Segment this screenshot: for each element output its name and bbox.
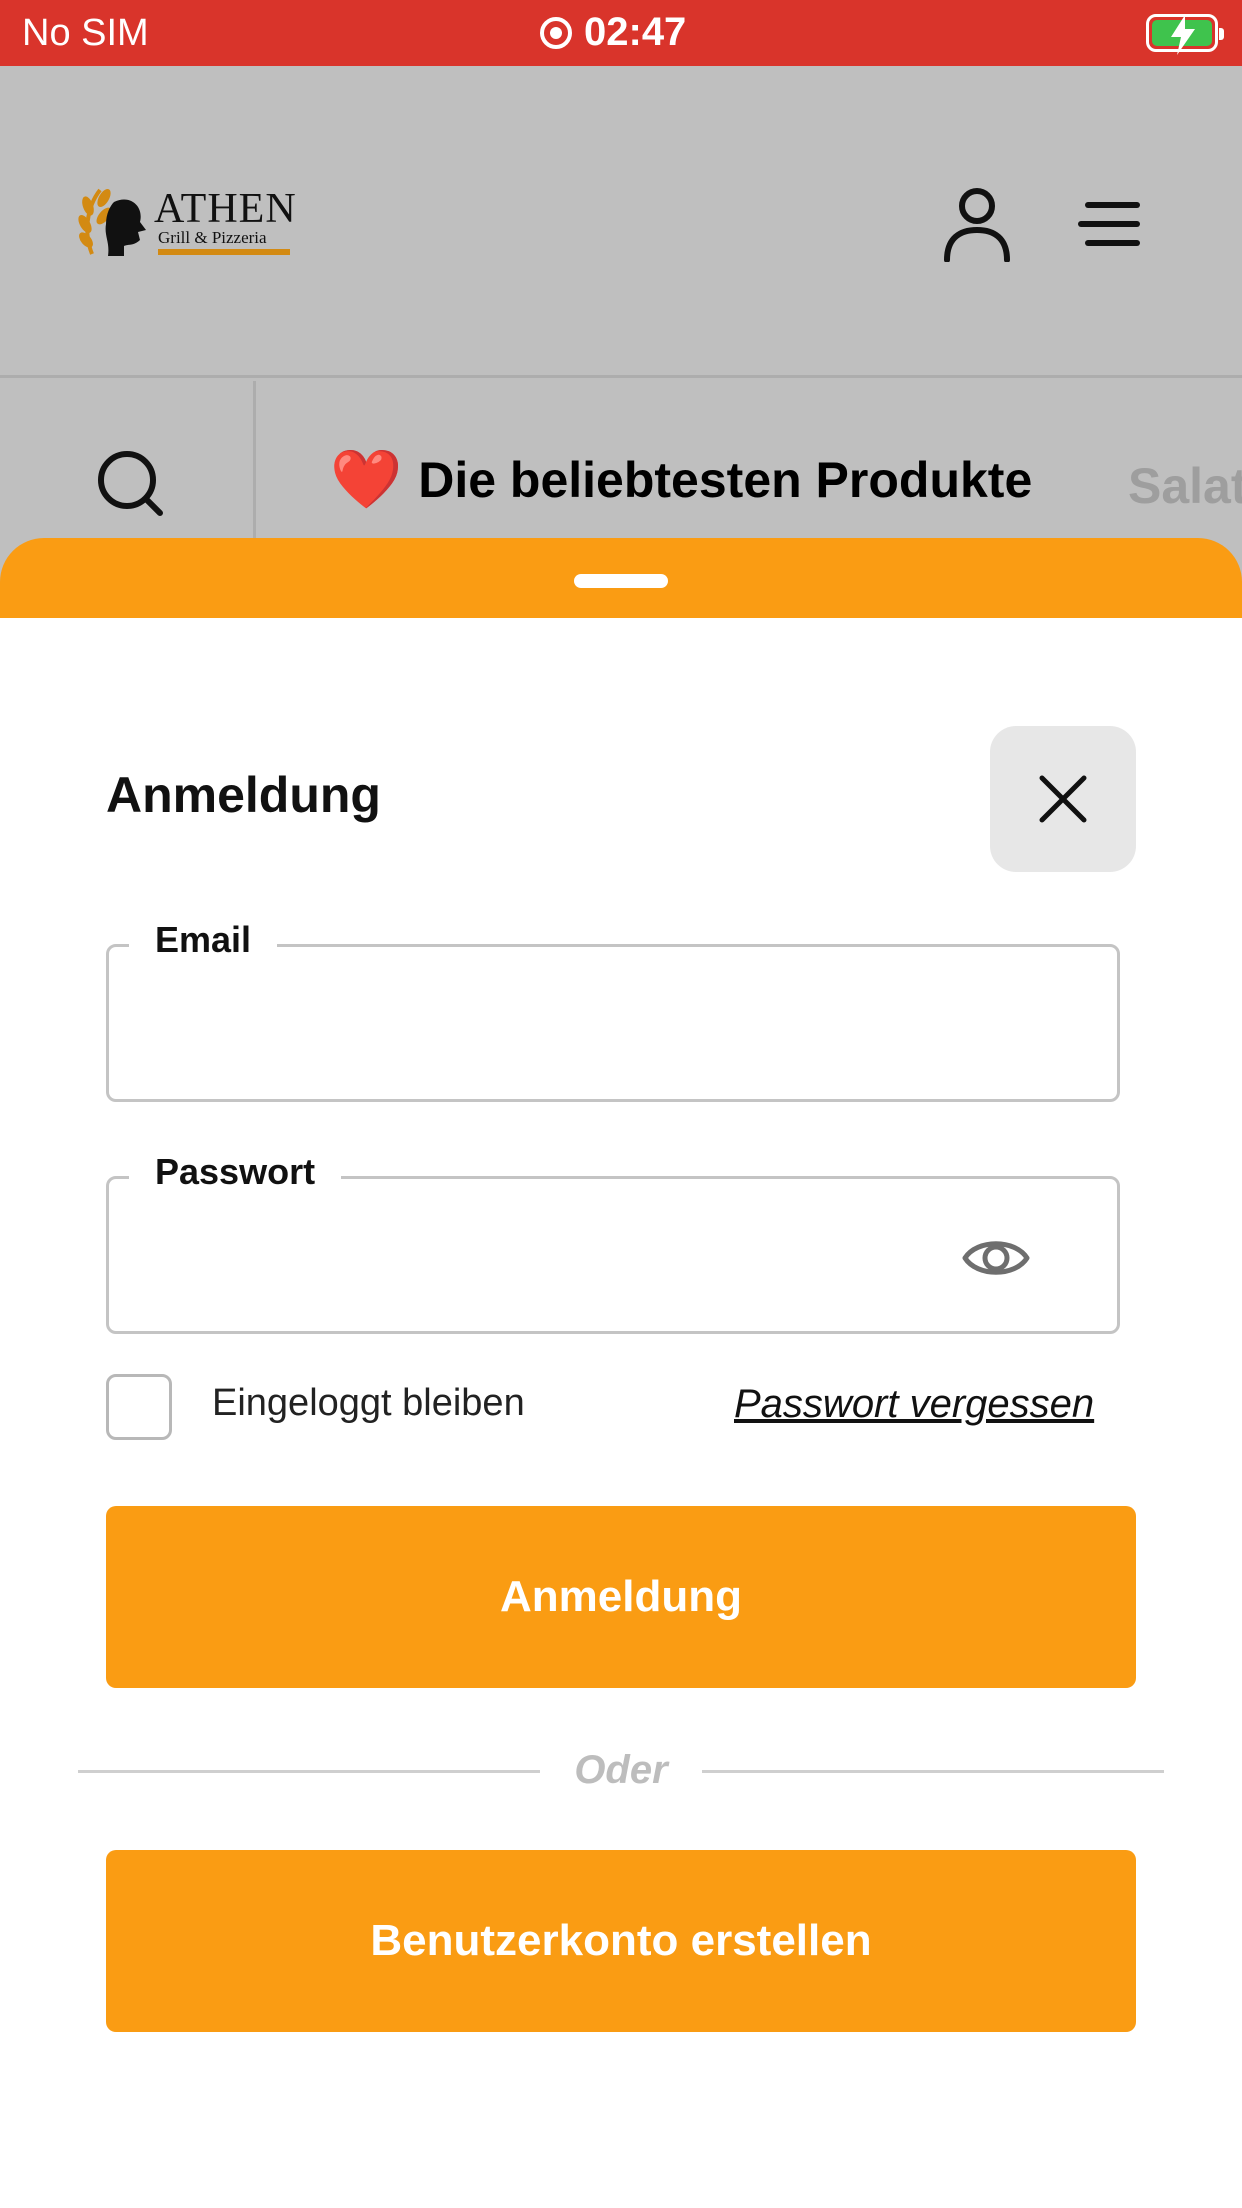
email-field: Email xyxy=(106,919,1120,1102)
menu-icon[interactable] xyxy=(1078,200,1140,248)
drag-handle[interactable] xyxy=(574,574,668,588)
clock: 02:47 xyxy=(540,10,686,55)
time-label: 02:47 xyxy=(584,10,687,54)
battery-icon xyxy=(1146,14,1224,55)
or-divider: Oder xyxy=(78,1740,1164,1800)
sheet-header[interactable] xyxy=(0,538,1242,622)
close-icon xyxy=(1039,775,1087,823)
category-tab-salat[interactable]: Salat xyxy=(1128,457,1242,515)
forgot-password-link[interactable]: Passwort vergessen xyxy=(734,1382,1094,1427)
password-label: Passwort xyxy=(129,1151,342,1193)
screen-recording-icon xyxy=(540,16,572,49)
status-bar: No SIM 02:47 xyxy=(0,0,1242,66)
category-tab-label: Die beliebtesten Produkte xyxy=(418,452,1033,508)
charging-bolt-icon xyxy=(1171,15,1195,55)
app-header: ATHEN Grill & Pizzeria xyxy=(0,66,1242,378)
remember-me-checkbox[interactable] xyxy=(106,1374,172,1440)
close-button[interactable] xyxy=(990,726,1136,872)
logo-name: ATHEN xyxy=(154,186,297,232)
eye-icon[interactable] xyxy=(961,1233,1031,1283)
password-field: Passwort xyxy=(106,1151,1120,1334)
category-tab-popular[interactable]: ❤️ Die beliebtesten Produkte xyxy=(330,451,1032,509)
password-input[interactable] xyxy=(133,1219,933,1289)
search-icon xyxy=(98,451,163,516)
restaurant-logo[interactable]: ATHEN Grill & Pizzeria xyxy=(74,184,297,260)
logo-emblem-icon xyxy=(78,188,146,256)
carrier-label: No SIM xyxy=(22,12,149,54)
email-label: Email xyxy=(129,919,278,961)
heart-icon: ❤️ xyxy=(330,447,403,512)
login-sheet: Anmeldung Email Passwort Eingeloggt blei… xyxy=(0,618,1242,2208)
email-input[interactable] xyxy=(133,987,1013,1057)
user-icon[interactable] xyxy=(942,186,1012,262)
create-account-button[interactable]: Benutzerkonto erstellen xyxy=(106,1850,1136,2032)
remember-me-label[interactable]: Eingeloggt bleiben xyxy=(212,1382,525,1425)
logo-underline xyxy=(158,249,290,255)
login-button[interactable]: Anmeldung xyxy=(106,1506,1136,1688)
login-title: Anmeldung xyxy=(106,767,381,823)
